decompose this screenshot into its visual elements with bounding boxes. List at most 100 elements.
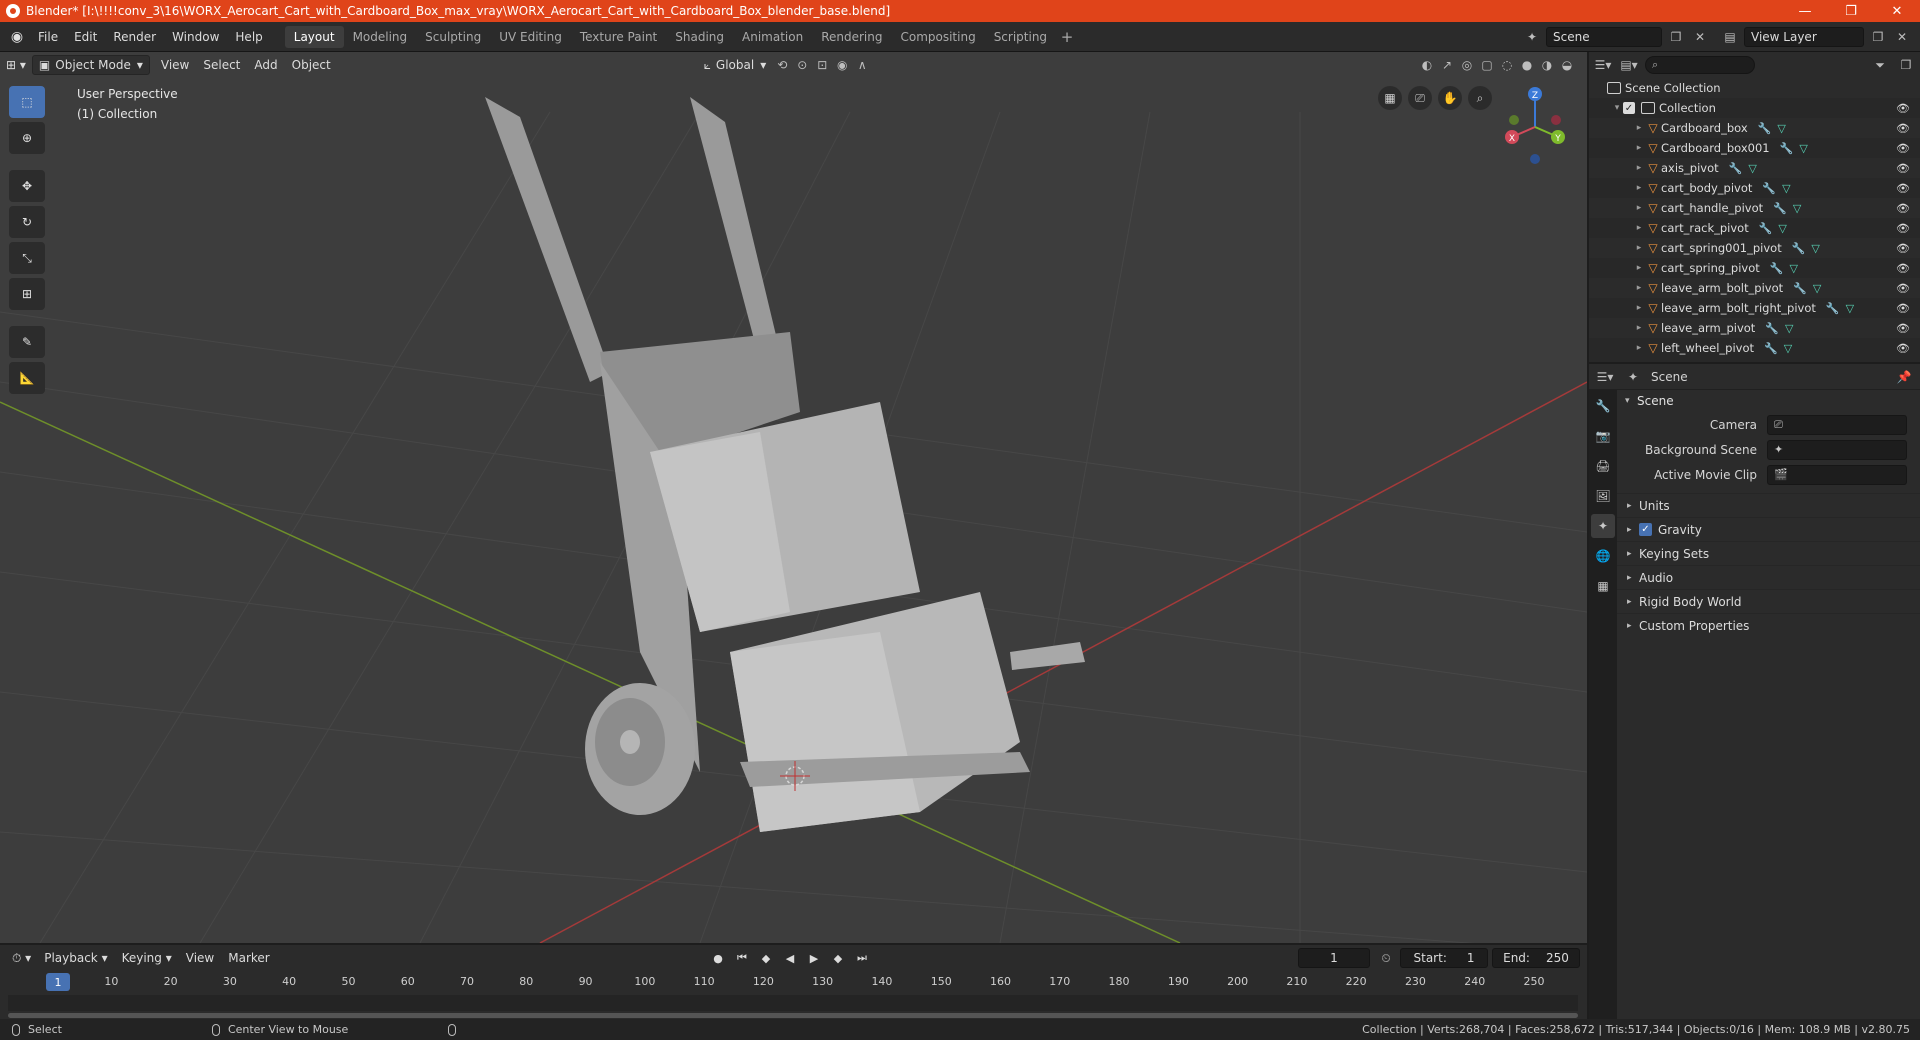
filter-icon[interactable]: ⏷ bbox=[1870, 55, 1890, 75]
gizmo-toggle-icon[interactable]: ↗ bbox=[1437, 55, 1457, 75]
visibility-icon[interactable]: ◐ bbox=[1417, 55, 1437, 75]
solid-shading-icon[interactable]: ● bbox=[1517, 55, 1537, 75]
timeline-scrollbar[interactable] bbox=[8, 1013, 1578, 1018]
mesh-icon[interactable]: ▽ bbox=[1813, 282, 1821, 295]
current-frame-indicator[interactable]: 1 bbox=[46, 973, 70, 991]
mesh-icon[interactable]: ▽ bbox=[1748, 162, 1756, 175]
new-collection-icon[interactable]: ❐ bbox=[1896, 55, 1916, 75]
start-frame-field[interactable]: Start: 1 bbox=[1400, 948, 1488, 968]
scene-panel-header[interactable]: ▾ Scene bbox=[1617, 390, 1920, 412]
outliner-search-input[interactable]: ⌕ bbox=[1645, 56, 1755, 74]
expand-icon[interactable]: ▸ bbox=[1633, 203, 1645, 213]
transform-tool-icon[interactable]: ⊞ bbox=[9, 278, 45, 310]
menu-edit[interactable]: Edit bbox=[66, 30, 105, 44]
mesh-icon[interactable]: ▽ bbox=[1811, 242, 1819, 255]
outliner-row-object[interactable]: ▸ ▽ leave_arm_pivot 🔧 ▽ 👁 bbox=[1589, 318, 1920, 338]
outliner-row-object[interactable]: ▸ ▽ cart_spring_pivot 🔧 ▽ 👁 bbox=[1589, 258, 1920, 278]
expand-icon[interactable]: ▸ bbox=[1633, 163, 1645, 173]
wrench-icon[interactable]: 🔧 bbox=[1758, 122, 1772, 135]
expand-icon[interactable]: ▸ bbox=[1633, 223, 1645, 233]
eye-icon[interactable]: 👁 bbox=[1896, 222, 1910, 235]
outliner-row-object[interactable]: ▸ ▽ Cardboard_box 🔧 ▽ 👁 bbox=[1589, 118, 1920, 138]
camera-view-icon[interactable]: ⎚ bbox=[1408, 86, 1432, 110]
new-view-layer-icon[interactable]: ❐ bbox=[1868, 27, 1888, 47]
tab-rendering[interactable]: Rendering bbox=[812, 26, 891, 48]
pan-hand-icon[interactable]: ✋ bbox=[1438, 86, 1462, 110]
audio-panel[interactable]: ▸ Audio bbox=[1617, 565, 1920, 589]
overlay-toggle-icon[interactable]: ◎ bbox=[1457, 55, 1477, 75]
jump-start-icon[interactable]: ⏮ bbox=[732, 948, 752, 968]
menu-window[interactable]: Window bbox=[164, 30, 227, 44]
clock-icon[interactable]: ⏲ bbox=[1376, 948, 1396, 968]
3d-viewport[interactable]: ⊞ ▾ ▣ Object Mode ▾ View Select Add Obje… bbox=[0, 52, 1587, 943]
pin-icon[interactable]: 📌 bbox=[1894, 367, 1914, 387]
rigid-body-world-panel[interactable]: ▸ Rigid Body World bbox=[1617, 589, 1920, 613]
play-reverse-icon[interactable]: ◀ bbox=[780, 948, 800, 968]
current-frame-field[interactable]: 1 bbox=[1298, 948, 1370, 968]
view-layer-selector[interactable]: View Layer bbox=[1744, 26, 1864, 47]
end-frame-field[interactable]: End: 250 bbox=[1492, 948, 1580, 968]
tab-animation[interactable]: Animation bbox=[733, 26, 812, 48]
units-panel[interactable]: ▸ Units bbox=[1617, 493, 1920, 517]
rotate-tool-icon[interactable]: ↻ bbox=[9, 206, 45, 238]
menu-render[interactable]: Render bbox=[105, 30, 164, 44]
menu-timeline-view[interactable]: View bbox=[179, 951, 221, 965]
move-tool-icon[interactable]: ✥ bbox=[9, 170, 45, 202]
xray-toggle-icon[interactable]: ▢ bbox=[1477, 55, 1497, 75]
material-shading-icon[interactable]: ◑ bbox=[1537, 55, 1557, 75]
select-box-tool-icon[interactable]: ⬚ bbox=[9, 86, 45, 118]
wrench-icon[interactable]: 🔧 bbox=[1773, 202, 1787, 215]
menu-help[interactable]: Help bbox=[227, 30, 270, 44]
add-workspace-button[interactable]: + bbox=[1056, 26, 1078, 48]
view-layer-icon[interactable]: ▤ bbox=[1720, 27, 1740, 47]
expand-icon[interactable]: ▸ bbox=[1633, 143, 1645, 153]
gravity-panel[interactable]: ▸ ✓ Gravity bbox=[1617, 517, 1920, 541]
outliner-row-object[interactable]: ▸ ▽ leave_arm_bolt_pivot 🔧 ▽ 👁 bbox=[1589, 278, 1920, 298]
outliner-row-object[interactable]: ▸ ▽ leave_arm_bolt_right_pivot 🔧 ▽ 👁 bbox=[1589, 298, 1920, 318]
expand-icon[interactable]: ▸ bbox=[1633, 263, 1645, 273]
scale-tool-icon[interactable]: ⤡ bbox=[9, 242, 45, 274]
outliner-row-object[interactable]: ▸ ▽ left_wheel_pivot 🔧 ▽ 👁 bbox=[1589, 338, 1920, 358]
timeline-track[interactable] bbox=[8, 995, 1578, 1011]
menu-view[interactable]: View bbox=[154, 58, 196, 72]
outliner-row-object[interactable]: ▸ ▽ Cardboard_box001 🔧 ▽ 👁 bbox=[1589, 138, 1920, 158]
outliner-editor-icon[interactable]: ☰▾ bbox=[1593, 55, 1613, 75]
menu-add[interactable]: Add bbox=[247, 58, 284, 72]
view-layer-tab-icon[interactable]: 🖼 bbox=[1591, 484, 1615, 508]
jump-end-icon[interactable]: ⏭ bbox=[852, 948, 872, 968]
timeline-ruler[interactable]: 1 10 20 30 40 50 60 70 80 90 100 110 120 130 140 150 16… bbox=[8, 973, 1578, 993]
eye-icon[interactable]: 👁 bbox=[1896, 182, 1910, 195]
mesh-icon[interactable]: ▽ bbox=[1778, 222, 1786, 235]
new-scene-icon[interactable]: ❐ bbox=[1666, 27, 1686, 47]
cart-model[interactable] bbox=[485, 97, 1085, 832]
snap-icon[interactable]: ⊙ bbox=[792, 55, 812, 75]
viewport-scene[interactable] bbox=[0, 52, 1587, 943]
texture-tab-icon[interactable]: ▦ bbox=[1591, 574, 1615, 598]
prev-keyframe-icon[interactable]: ◆ bbox=[756, 948, 776, 968]
outliner-row-object[interactable]: ▸ ▽ cart_spring001_pivot 🔧 ▽ 👁 bbox=[1589, 238, 1920, 258]
eye-icon[interactable]: 👁 bbox=[1896, 282, 1910, 295]
outliner-row-object[interactable]: ▸ ▽ cart_rack_pivot 🔧 ▽ 👁 bbox=[1589, 218, 1920, 238]
outliner-row-collection[interactable]: ▾ ✓ Collection 👁 bbox=[1589, 98, 1920, 118]
wrench-icon[interactable]: 🔧 bbox=[1770, 262, 1784, 275]
outliner-row-object[interactable]: ▸ ▽ axis_pivot 🔧 ▽ 👁 bbox=[1589, 158, 1920, 178]
maximize-button[interactable]: ❐ bbox=[1828, 4, 1874, 19]
display-mode-icon[interactable]: ▤▾ bbox=[1619, 55, 1639, 75]
tool-settings-tab-icon[interactable]: 🔧 bbox=[1591, 394, 1615, 418]
tab-shading[interactable]: Shading bbox=[666, 26, 733, 48]
mode-selector[interactable]: ▣ Object Mode ▾ bbox=[31, 55, 150, 75]
properties-editor-icon[interactable]: ☰▾ bbox=[1595, 367, 1615, 387]
eye-icon[interactable]: 👁 bbox=[1896, 302, 1910, 315]
menu-playback[interactable]: Playback ▾ bbox=[37, 951, 114, 965]
output-tab-icon[interactable]: 🖨 bbox=[1591, 454, 1615, 478]
mesh-icon[interactable]: ▽ bbox=[1846, 302, 1854, 315]
eye-icon[interactable]: 👁 bbox=[1896, 342, 1910, 355]
editor-type-icon[interactable]: ⊞ ▾ bbox=[0, 55, 32, 75]
tab-modeling[interactable]: Modeling bbox=[344, 26, 417, 48]
eye-icon[interactable]: 👁 bbox=[1896, 322, 1910, 335]
proportional-edit-icon[interactable]: ◉ bbox=[832, 55, 852, 75]
eye-icon[interactable]: 👁 bbox=[1896, 142, 1910, 155]
menu-marker[interactable]: Marker bbox=[221, 951, 276, 965]
next-keyframe-icon[interactable]: ◆ bbox=[828, 948, 848, 968]
transform-orientation-selector[interactable]: ⟀ Global ▾ bbox=[698, 55, 773, 75]
